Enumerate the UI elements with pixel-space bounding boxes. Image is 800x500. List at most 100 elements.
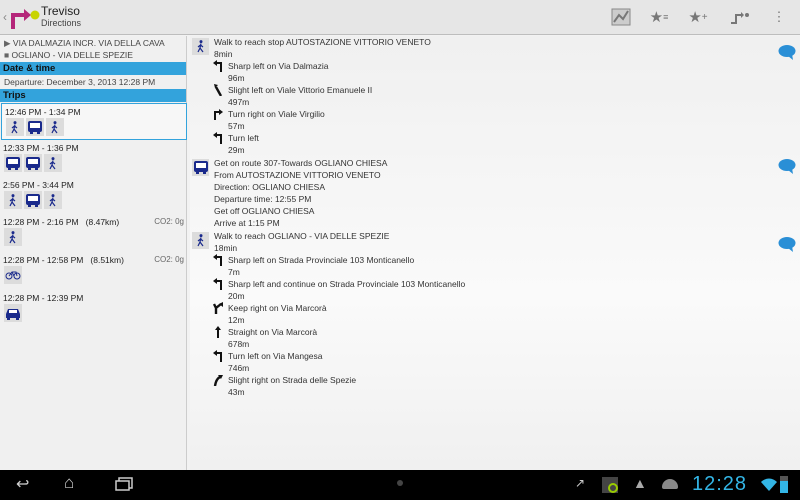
map-icon[interactable]	[610, 7, 632, 27]
destination-row[interactable]: ■ OGLIANO - VIA DELLE SPEZIE	[4, 50, 133, 60]
app-subtitle: Directions	[41, 18, 82, 28]
turn-sharp-left-icon	[213, 278, 222, 290]
trip-item[interactable]: 12:28 PM - 2:16 PM (8.47km) CO2: 0g	[0, 214, 187, 251]
back-caret-icon[interactable]: ‹	[3, 10, 7, 24]
trip-time: 12:46 PM - 1:34 PM	[5, 107, 81, 117]
bus-icon	[192, 159, 209, 176]
segment-walk[interactable]: Walk to reach OGLIANO - VIA DELLE SPEZIE…	[192, 230, 792, 398]
battery-icon	[780, 476, 788, 493]
usb-icon: ↗	[575, 476, 586, 490]
segment-line: Get off OGLIANO CHIESA	[214, 206, 315, 216]
walk-icon	[192, 38, 209, 55]
trip-item[interactable]: 2:56 PM - 3:44 PM	[0, 177, 187, 214]
trip-time: 12:28 PM - 12:39 PM	[3, 293, 84, 303]
favorites-list-icon[interactable]: ★ ≡	[648, 7, 670, 27]
trip-co2: CO2: 0g	[154, 255, 184, 264]
wifi-icon	[761, 478, 777, 497]
bus-icon	[26, 118, 44, 136]
trip-item[interactable]: 12:28 PM - 12:39 PM	[0, 290, 187, 327]
comment-bubble-icon[interactable]	[778, 236, 796, 252]
segment-line: Walk to reach OGLIANO - VIA DELLE SPEZIE	[214, 231, 390, 241]
step-distance: 57m	[228, 121, 245, 131]
step-text: Turn left	[228, 133, 259, 143]
add-favorite-icon[interactable]: ★ +	[687, 7, 709, 27]
segment-line: From AUTOSTAZIONE VITTORIO VENETO	[214, 170, 381, 180]
turn-slight-left-icon	[214, 84, 223, 96]
overflow-menu-icon[interactable]: ⋮	[768, 7, 790, 27]
trip-sidebar: ▶ VIA DALMAZIA INCR. VIA DELLA CAVA ■ OG…	[0, 36, 187, 470]
trip-time: 12:33 PM - 1:36 PM	[3, 143, 79, 153]
step-distance: 96m	[228, 73, 245, 83]
walk-icon	[46, 118, 64, 136]
app-title: Treviso	[41, 4, 80, 18]
trip-time: 12:28 PM - 2:16 PM (8.47km)	[3, 217, 120, 227]
turn-sharp-left-icon	[213, 254, 222, 266]
car-icon	[4, 304, 22, 322]
step-distance: 20m	[228, 291, 245, 301]
stop-icon: ■	[4, 50, 10, 60]
comment-bubble-icon[interactable]	[778, 44, 796, 60]
step-text: Straight on Via Marcorà	[228, 327, 318, 337]
step-text: Sharp left on Strada Provinciale 103 Mon…	[228, 255, 415, 265]
trip-item[interactable]: 12:33 PM - 1:36 PM	[0, 140, 187, 177]
home-icon[interactable]: ⌂	[64, 473, 74, 493]
turn-straight-icon	[215, 326, 221, 338]
step-text: Turn left on Via Mangesa	[228, 351, 323, 361]
play-icon: ▶	[4, 38, 11, 48]
step-distance: 29m	[228, 145, 245, 155]
step-text: Slight right on Strada delle Spezie	[228, 375, 357, 385]
step-distance: 43m	[228, 387, 245, 397]
trip-time: 12:28 PM - 12:58 PM (8.51km)	[3, 255, 124, 265]
step-text: Slight left on Viale Vittorio Emanuele I…	[228, 85, 373, 95]
segment-walk[interactable]: Walk to reach stop AUTOSTAZIONE VITTORIO…	[192, 36, 792, 156]
step-distance: 497m	[228, 97, 250, 107]
clock: 12:28	[692, 473, 748, 495]
step-text: Keep right on Via Marcorà	[228, 303, 327, 313]
trip-item[interactable]: 12:28 PM - 12:58 PM (8.51km) CO2: 0g	[0, 252, 187, 289]
turn-sharp-left-icon	[213, 60, 222, 72]
step-distance: 746m	[228, 363, 250, 373]
turn-slight-right-icon	[213, 375, 223, 386]
turn-keep-right-icon	[213, 302, 223, 314]
walk-icon	[192, 232, 209, 249]
trip-item[interactable]: 12:46 PM - 1:34 PM	[1, 103, 187, 140]
directions-panel: Walk to reach stop AUTOSTAZIONE VITTORIO…	[190, 36, 800, 470]
origin-row[interactable]: ▶ VIA DALMAZIA INCR. VIA DELLA CAVA	[4, 38, 165, 49]
segment-bus[interactable]: Get on route 307-Towards OGLIANO CHIESA F…	[192, 157, 792, 229]
turn-right-icon	[214, 109, 223, 120]
route-icon[interactable]	[728, 7, 750, 27]
segment-line: Direction: OGLIANO CHIESA	[214, 182, 326, 192]
system-nav-bar: ↩ ⌂ ↗ ▲ 12:28	[0, 470, 800, 500]
sync-icon	[601, 476, 619, 499]
bus-icon	[24, 154, 42, 172]
bus-icon	[24, 191, 42, 209]
step-text: Sharp left on Via Dalmazia	[228, 61, 329, 71]
step-distance: 7m	[228, 267, 240, 277]
walk-icon	[6, 118, 24, 136]
turn-left-icon	[213, 132, 222, 144]
walk-icon	[4, 191, 22, 209]
step-distance: 12m	[228, 315, 245, 325]
walk-icon	[44, 191, 62, 209]
warning-icon: ▲	[633, 475, 647, 491]
date-time-header: Date & time	[0, 62, 186, 75]
back-icon[interactable]: ↩	[16, 474, 29, 494]
segment-line: Arrive at 1:15 PM	[214, 218, 280, 228]
segment-line: 8min	[214, 49, 233, 59]
departure-text[interactable]: Departure: December 3, 2013 12:28 PM	[4, 77, 155, 87]
bus-icon	[4, 154, 22, 172]
dot-indicator-icon	[397, 480, 403, 486]
comment-bubble-icon[interactable]	[778, 158, 796, 174]
android-icon	[662, 479, 678, 489]
segment-line: Get on route 307-Towards OGLIANO CHIESA	[214, 158, 388, 168]
trip-co2: CO2: 0g	[154, 217, 184, 226]
bike-icon	[4, 266, 22, 284]
turn-left-icon	[213, 350, 222, 362]
recent-apps-icon[interactable]	[115, 477, 133, 496]
segment-line: Walk to reach stop AUTOSTAZIONE VITTORIO…	[214, 37, 431, 47]
step-text: Sharp left and continue on Strada Provin…	[228, 279, 466, 289]
step-distance: 678m	[228, 339, 250, 349]
action-bar: ‹ Treviso Directions ★ ≡ ★ + ⋮	[0, 0, 800, 35]
app-logo-icon[interactable]	[9, 5, 41, 31]
segment-line: 18min	[214, 243, 238, 253]
